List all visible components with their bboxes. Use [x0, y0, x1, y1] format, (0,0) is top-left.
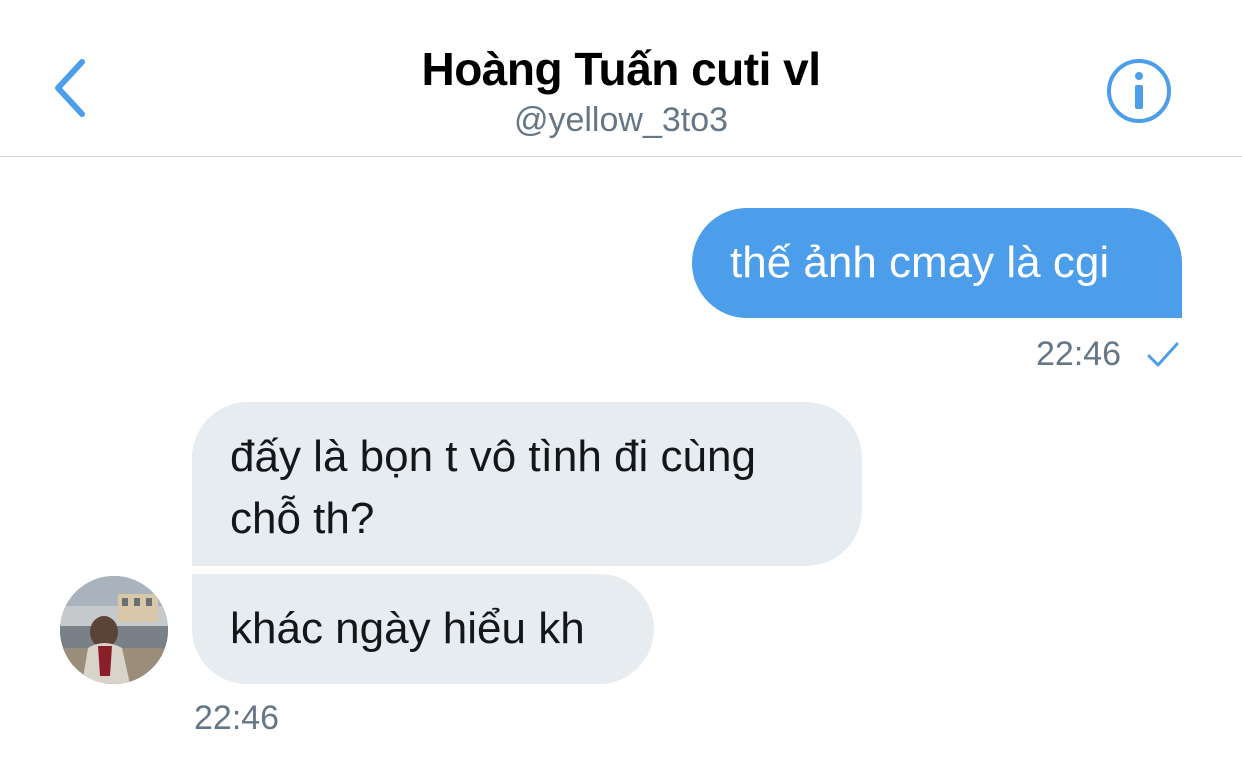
info-icon: [1106, 58, 1172, 129]
sent-message-timestamp: 22:46: [1036, 335, 1122, 373]
sent-message-bubble[interactable]: thế ảnh cmay là cgi: [692, 208, 1182, 318]
received-message-bubble[interactable]: đấy là bọn t vô tình đi cùng chỗ th?: [192, 402, 862, 566]
conversation-handle: @yellow_3to3: [513, 101, 729, 139]
received-message-timestamp: 22:46: [194, 699, 280, 737]
avatar[interactable]: [60, 576, 168, 684]
conversation-header: Hoàng Tuấn cuti vl @yellow_3to3: [0, 0, 1242, 157]
received-message-bubble[interactable]: khác ngày hiểu kh: [192, 574, 654, 684]
check-icon: [1146, 340, 1180, 370]
info-button[interactable]: [1104, 58, 1174, 128]
conversation-title: Hoàng Tuấn cuti vl: [421, 43, 821, 95]
